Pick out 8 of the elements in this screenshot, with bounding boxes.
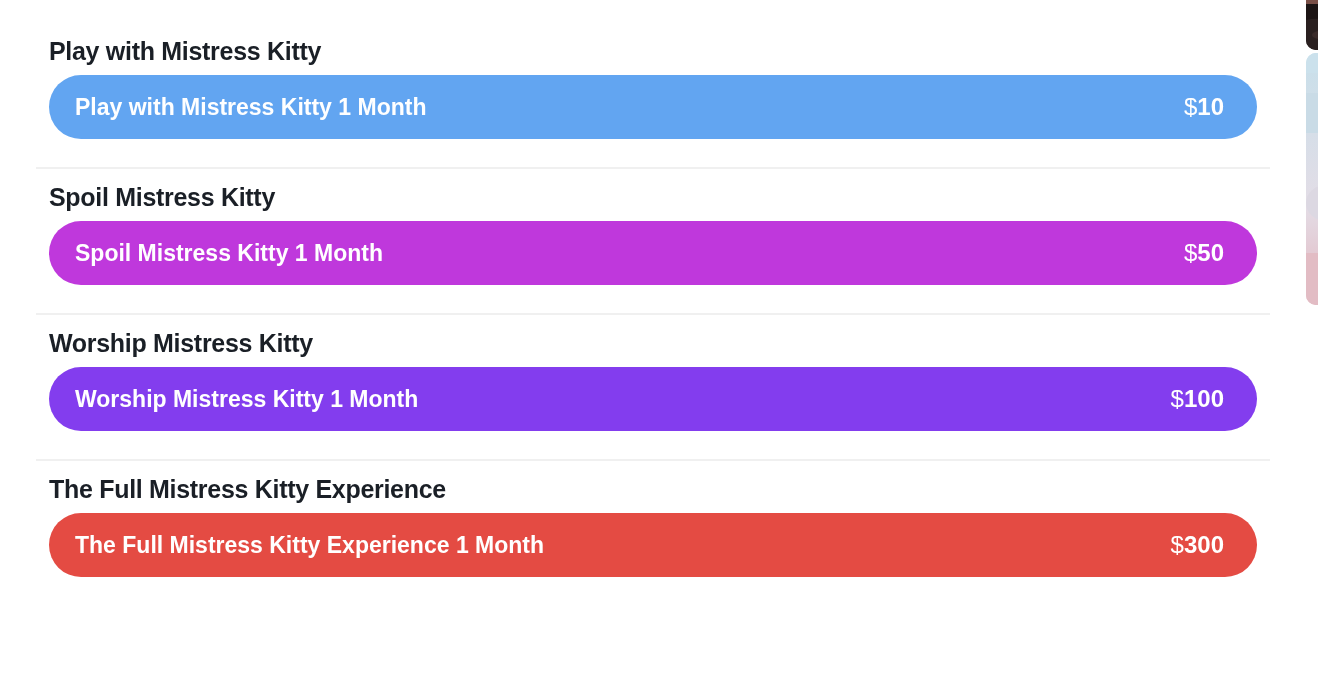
tier-title: Spoil Mistress Kitty bbox=[49, 183, 276, 212]
subscribe-button[interactable]: Worship Mistress Kitty 1 Month $100 bbox=[49, 367, 1257, 431]
tier-title: Play with Mistress Kitty bbox=[49, 37, 323, 66]
tier-title: Worship Mistress Kitty bbox=[49, 329, 314, 358]
subscribe-button[interactable]: The Full Mistress Kitty Experience 1 Month $300 bbox=[49, 513, 1257, 577]
subscribe-button[interactable]: Play with Mistress Kitty 1 Month $10 bbox=[49, 75, 1257, 139]
subscribe-button[interactable]: Spoil Mistress Kitty 1 Month $50 bbox=[49, 221, 1257, 285]
tier-title: The Full Mistress Kitty Experience bbox=[49, 475, 447, 504]
